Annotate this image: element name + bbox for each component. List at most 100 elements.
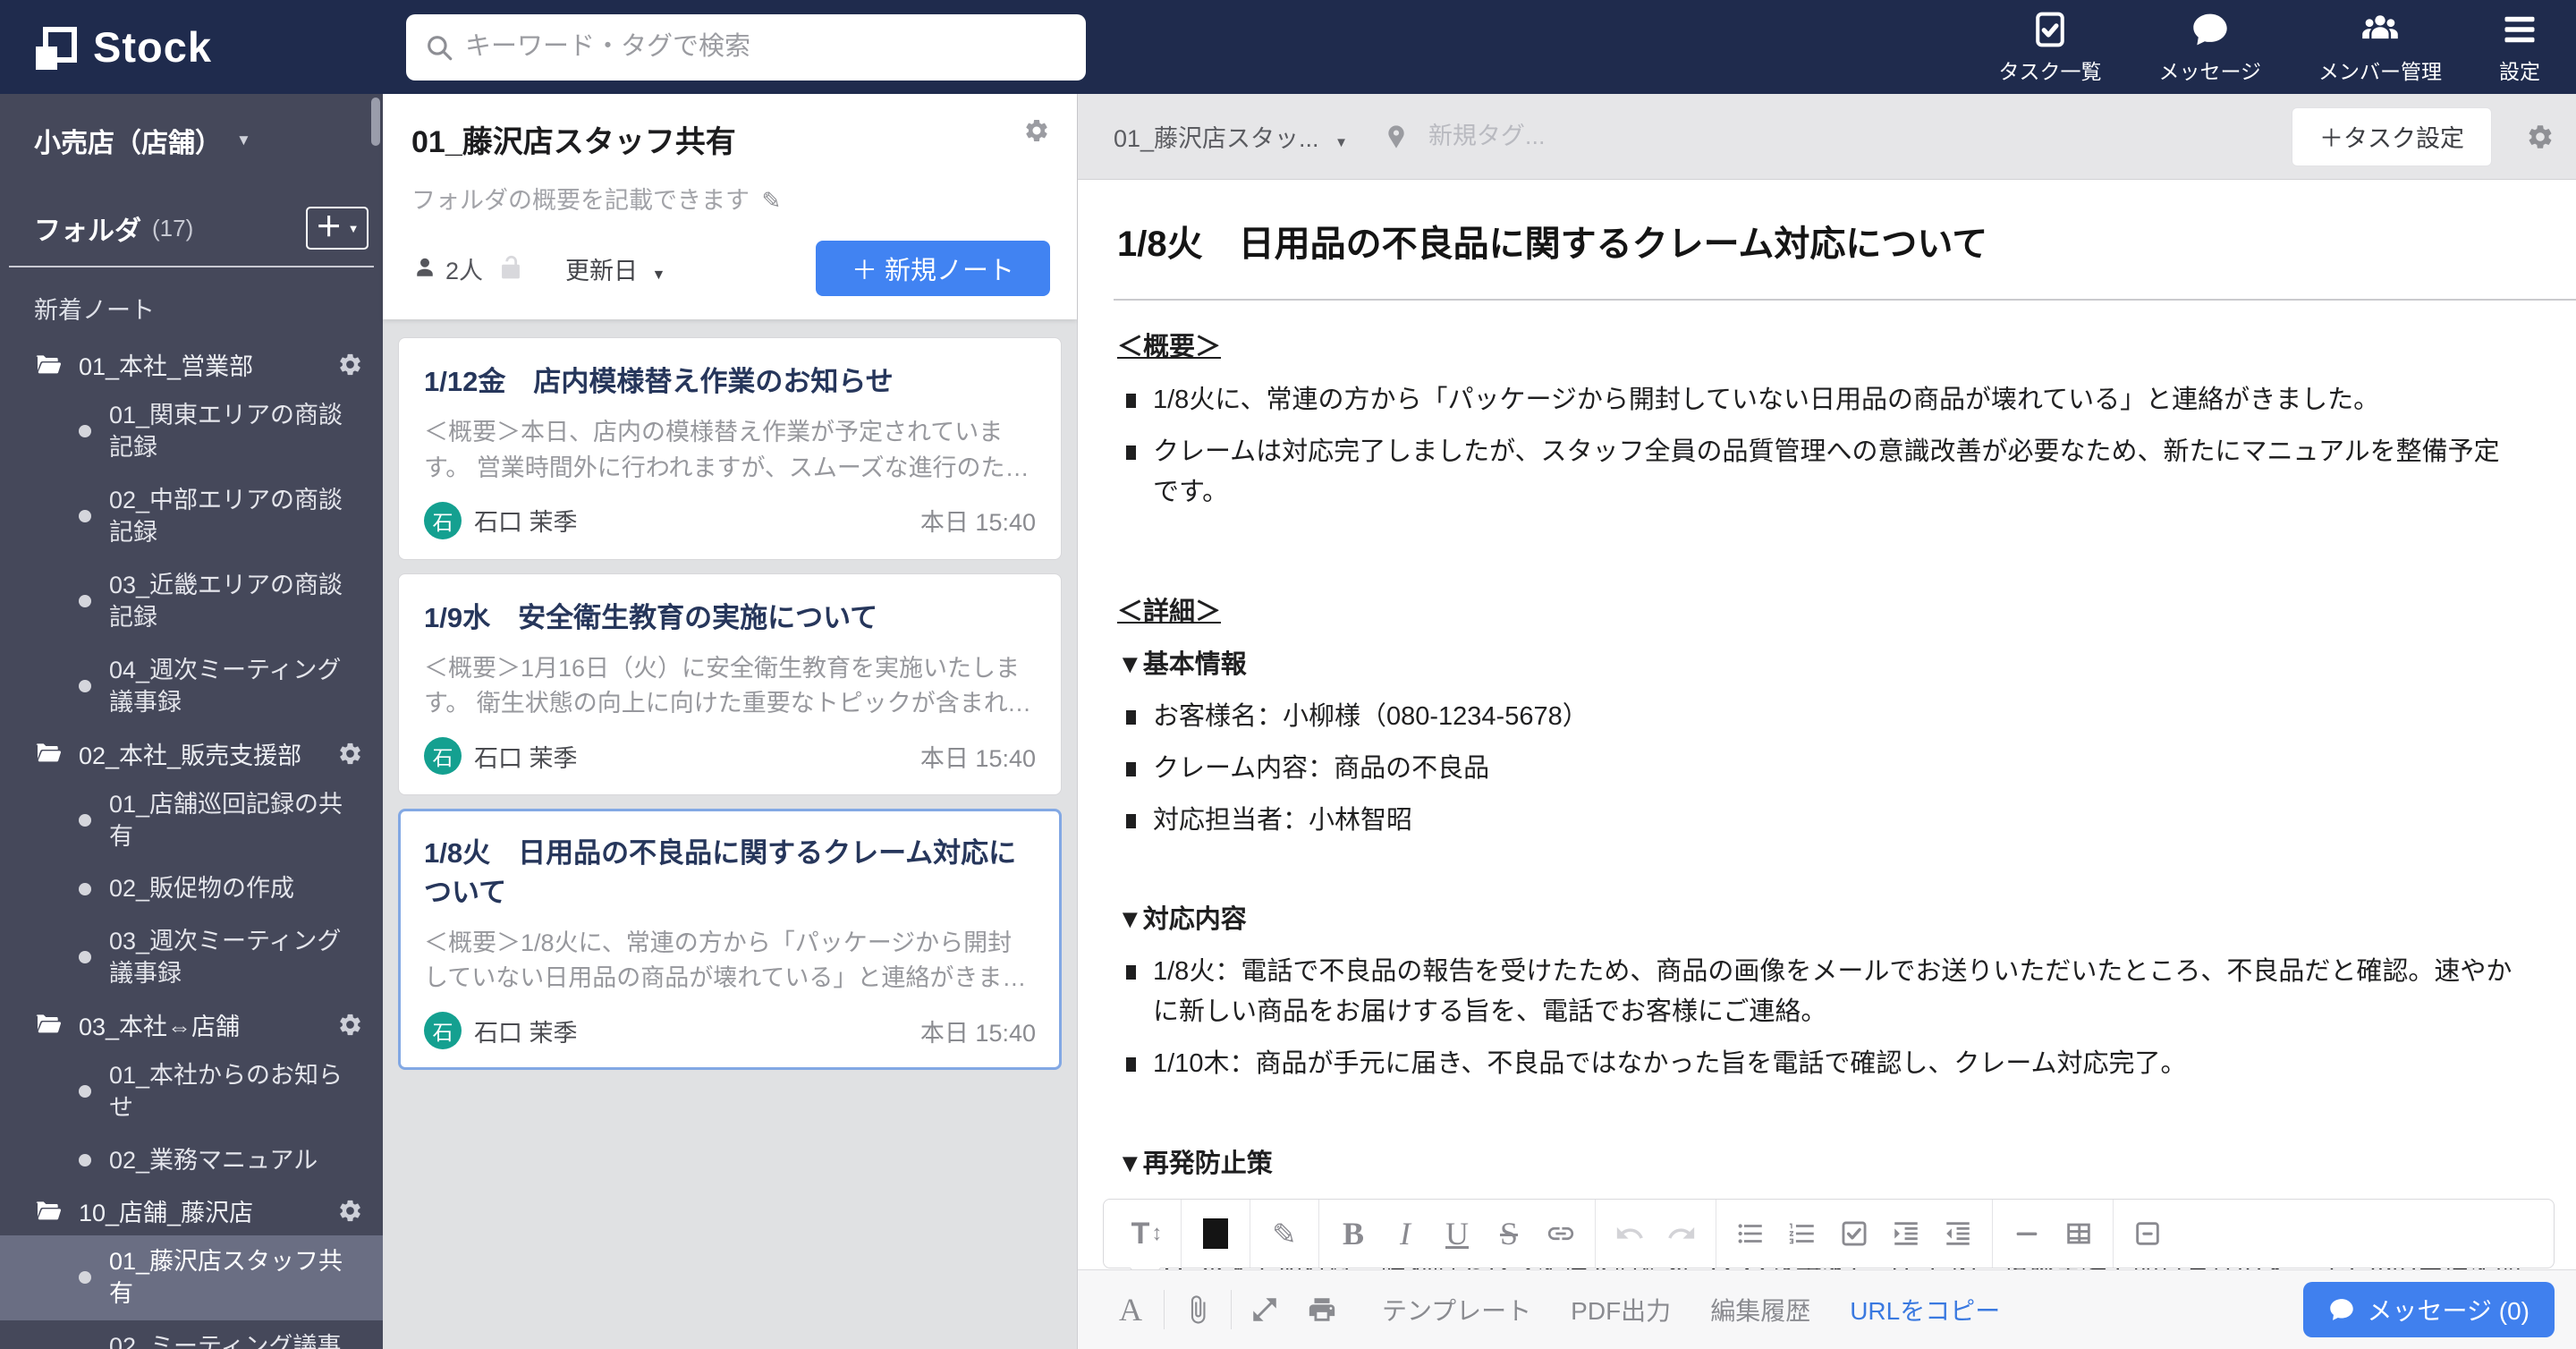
- note-gear-icon[interactable]: [2526, 123, 2555, 151]
- avatar: 石: [424, 737, 462, 776]
- numbered-list-button[interactable]: [1783, 1209, 1822, 1258]
- sidebar-note-folder[interactable]: 02_業務マニュアル: [0, 1134, 383, 1186]
- sidebar-note-folder[interactable]: 01_本社からのお知らせ: [0, 1049, 383, 1134]
- expand-icon: [1250, 1294, 1280, 1325]
- note-card[interactable]: 1/9水 安全衛生教育の実施について ＜概要＞1月16日（火）に安全衛生教育を実施…: [398, 573, 1062, 796]
- fullscreen-button[interactable]: [1244, 1289, 1285, 1330]
- bullet-list-button[interactable]: [1731, 1209, 1770, 1258]
- print-button[interactable]: [1301, 1289, 1343, 1330]
- horizontal-rule-button[interactable]: [2007, 1209, 2046, 1258]
- new-tag-input[interactable]: [1426, 122, 1699, 151]
- note-card[interactable]: 1/12金 店内模様替え作業のお知らせ ＜概要＞本日、店内の模様替え作業が予定され…: [398, 337, 1062, 560]
- outdent-icon: [1943, 1218, 1973, 1249]
- sidebar-folder[interactable]: 03_本社⇔店舗: [0, 1000, 383, 1049]
- sidebar-note-folder[interactable]: 02_ミーティング議事録: [0, 1320, 383, 1349]
- nav-member-management[interactable]: メンバー管理: [2318, 10, 2442, 85]
- add-folder-button[interactable]: ＋ ▼: [306, 207, 369, 250]
- folder-settings-gear-icon[interactable]: [337, 741, 363, 767]
- note-block-spacer: [1117, 524, 2522, 565]
- note-card-author: 石口 茉季: [474, 509, 578, 537]
- sidebar-folder[interactable]: 10_店舗_藤沢店: [0, 1186, 383, 1235]
- folder-settings-gear-icon[interactable]: [337, 1198, 363, 1224]
- sidebar-note-folder[interactable]: 01_店舗巡回記録の共有: [0, 778, 383, 863]
- note-block-heading_bold: ▼再発防止策: [1117, 1150, 1273, 1179]
- sidebar-note-folder[interactable]: 03_近畿エリアの商談記録: [0, 559, 383, 644]
- sidebar-note-folder[interactable]: 03_週次ミーティング議事録: [0, 915, 383, 1000]
- new-notes-link[interactable]: 新着ノート: [0, 267, 383, 335]
- note-block-spacer: [1117, 1096, 2522, 1137]
- nav-settings[interactable]: 設定: [2499, 10, 2540, 85]
- sidebar-note-folder[interactable]: 04_週次ミーティング議事録: [0, 644, 383, 729]
- folder-description[interactable]: フォルダの概要を記載できます ✎: [411, 181, 1050, 216]
- note-editor-area[interactable]: 1/8火 日用品の不良品に関するクレーム対応について ＜概要＞ 1/8火に、常連の…: [1078, 179, 2576, 1270]
- indent-button[interactable]: [1886, 1209, 1926, 1258]
- color-swatch-button[interactable]: [1196, 1209, 1235, 1258]
- font-style-button[interactable]: A: [1110, 1289, 1151, 1330]
- note-card[interactable]: 1/8火 日用品の不良品に関するクレーム対応について ＜概要＞1/8火に、常連の方…: [398, 809, 1062, 1071]
- table-icon: [2063, 1218, 2094, 1249]
- global-search: [406, 13, 1086, 81]
- sort-selector[interactable]: 更新日 ▼: [565, 251, 665, 286]
- checkbox-button[interactable]: [1835, 1209, 1874, 1258]
- folder-open-icon: [34, 739, 63, 768]
- paperclip-icon: [1182, 1294, 1213, 1325]
- table-remove-button[interactable]: [2128, 1209, 2167, 1258]
- search-icon: [424, 32, 454, 63]
- link-icon: [1546, 1218, 1576, 1249]
- sidebar-folder[interactable]: 01_本社_営業部: [0, 340, 383, 389]
- note-card-timestamp: 本日 15:40: [919, 509, 1036, 537]
- numbered-list-icon: [1787, 1218, 1818, 1249]
- new-note-button[interactable]: ＋ 新規ノート: [815, 241, 1050, 296]
- outdent-button[interactable]: [1938, 1209, 1978, 1258]
- avatar: 石: [424, 1012, 462, 1050]
- nav-task-list[interactable]: タスク一覧: [1998, 10, 2101, 85]
- italic-button[interactable]: I: [1385, 1209, 1425, 1258]
- note-title[interactable]: 1/8火 日用品の不良品に関するクレーム対応について: [1117, 215, 2522, 267]
- highlighter-button[interactable]: ✎: [1265, 1209, 1304, 1258]
- team-selector[interactable]: 小売店（店舗） ▼: [0, 94, 383, 160]
- pencil-icon: ✎: [761, 187, 782, 214]
- stock-logo[interactable]: Stock: [34, 22, 374, 72]
- link-button[interactable]: [1541, 1209, 1580, 1258]
- task-settings-button[interactable]: ＋タスク設定: [2292, 106, 2492, 166]
- strikethrough-button[interactable]: S: [1489, 1209, 1529, 1258]
- edit-history-button[interactable]: 編集履歴: [1710, 1292, 1810, 1328]
- bold-button[interactable]: B: [1334, 1209, 1373, 1258]
- sidebar-note-folder[interactable]: 02_中部エリアの商談記録: [0, 474, 383, 559]
- folder-settings-gear-icon[interactable]: [337, 352, 363, 378]
- sidebar-note-folder[interactable]: 02_販促物の作成: [0, 862, 383, 914]
- members-count[interactable]: 2人: [445, 251, 483, 286]
- folder-gear-icon[interactable]: [1023, 117, 1050, 144]
- indent-icon: [1891, 1218, 1921, 1249]
- bullet-list-icon: [1735, 1218, 1766, 1249]
- text-size-button[interactable]: T ↕: [1127, 1209, 1166, 1258]
- note-body: ＜概要＞ 1/8火に、常連の方から「パッケージから開封していない日用品の商品が壊れ…: [1117, 327, 2522, 1270]
- sidebar-scrollbar[interactable]: [371, 98, 380, 146]
- members-count-icon: [411, 255, 438, 282]
- undo-icon: [1614, 1218, 1645, 1249]
- note-list: 1/12金 店内模様替え作業のお知らせ ＜概要＞本日、店内の模様替え作業が予定され…: [383, 319, 1077, 1071]
- note-block-bullet1: お客様名：小柳様（080-1234-5678）: [1117, 697, 2522, 737]
- copy-url-button[interactable]: URLをコピー: [1850, 1292, 2000, 1328]
- stock-logo-icon: [34, 25, 77, 70]
- message-button[interactable]: メッセージ (0): [2302, 1282, 2555, 1337]
- sidebar-folder[interactable]: 02_本社_販売支援部: [0, 729, 383, 778]
- folder-settings-gear-icon[interactable]: [337, 1012, 363, 1038]
- nav-messages[interactable]: メッセージ: [2158, 10, 2261, 85]
- breadcrumb[interactable]: 01_藤沢店スタッ... ▼: [1114, 119, 1348, 154]
- note-block-bullet1: 1/8火：電話で不良品の報告を受けたため、商品の画像をメールでお送りいただいたと…: [1117, 952, 2522, 1032]
- sidebar: 小売店（店舗） ▼ フォルダ (17) ＋ ▼ 新着ノート 01_本社_営業部 0…: [0, 94, 383, 1349]
- search-input[interactable]: [406, 13, 1086, 81]
- note-card-preview: ＜概要＞1/8火に、常連の方から「パッケージから開封していない日用品の商品が壊れ…: [424, 929, 1027, 992]
- editor-toolbar: T ↕ ✎ B I U S: [1103, 1199, 2555, 1285]
- note-block-bullet1: 対応担当者：小林智昭: [1117, 801, 2522, 841]
- pdf-export-button[interactable]: PDF出力: [1571, 1292, 1671, 1328]
- attach-file-button[interactable]: [1177, 1289, 1218, 1330]
- folders-header: フォルダ (17) ＋ ▼: [0, 160, 383, 250]
- table-button[interactable]: [2059, 1209, 2098, 1258]
- sidebar-note-folder[interactable]: 01_関東エリアの商談記録: [0, 389, 383, 474]
- underline-button[interactable]: U: [1437, 1209, 1477, 1258]
- folders-count: (17): [152, 214, 194, 242]
- sidebar-note-folder[interactable]: 01_藤沢店スタッフ共有: [0, 1235, 383, 1320]
- template-button[interactable]: テンプレート: [1382, 1292, 1531, 1328]
